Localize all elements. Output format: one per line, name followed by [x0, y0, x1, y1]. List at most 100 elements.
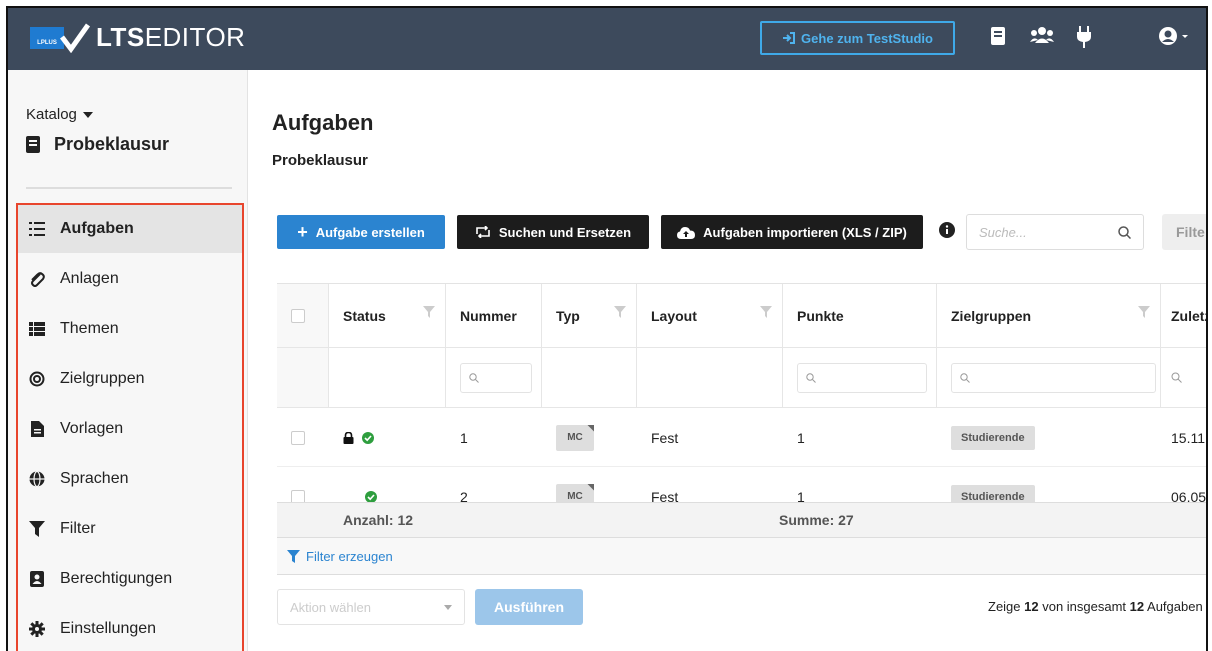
filter-cell-empty	[277, 348, 329, 408]
select-all-cell	[277, 284, 329, 348]
cloud-upload-icon	[677, 226, 696, 239]
search-icon	[806, 372, 816, 383]
row-checkbox[interactable]	[291, 430, 305, 445]
page-title: Aufgaben	[272, 110, 374, 135]
check-circle-icon	[365, 490, 377, 503]
top-bar: LPLUS LTSEDITOR Gehe zum TestStudio	[8, 8, 1206, 70]
create-filter-label: Filter erzeugen	[306, 548, 393, 564]
column-filter-icon[interactable]	[423, 306, 435, 318]
zuletzt-cell: 15.11.2	[1161, 409, 1206, 467]
sidebar-item-label: Filter	[60, 520, 96, 537]
filter-cell-zuletzt	[1161, 348, 1206, 408]
search-replace-label: Suchen und Ersetzen	[498, 224, 632, 240]
logo-badge: LPLUS	[30, 26, 64, 49]
main-content: Aufgaben Probeklausur + Aufgabe erstelle…	[249, 70, 1206, 651]
sidebar-nav: Aufgaben Anlagen Themen Zielgruppen Vorl…	[16, 203, 244, 651]
page-subtitle: Probeklausur	[272, 152, 368, 169]
column-header-layout[interactable]: Layout	[637, 284, 783, 348]
table-row[interactable]: 1 MC Fest 1 Studierende 15.11.2	[277, 409, 1206, 467]
search-plus-icon[interactable]	[1171, 372, 1182, 383]
plus-icon: +	[297, 222, 308, 242]
zielgruppen-filter-input[interactable]	[951, 362, 1156, 393]
search-icon	[1118, 225, 1131, 239]
app-window: LPLUS LTSEDITOR Gehe zum TestStudio Kata…	[6, 6, 1208, 651]
sidebar-item-zielgruppen[interactable]: Zielgruppen	[18, 355, 242, 403]
column-filter-icon[interactable]	[760, 306, 772, 318]
retweet-icon	[476, 226, 490, 238]
column-header-punkte[interactable]: Punkte	[783, 284, 937, 348]
create-task-label: Aufgabe erstellen	[315, 224, 425, 240]
layout-cell: Fest	[637, 409, 783, 467]
column-filter-icon[interactable]	[1138, 306, 1150, 318]
filter-cell-zielgruppen	[937, 348, 1161, 408]
punkte-filter-input[interactable]	[797, 362, 927, 393]
filter-cell-typ	[542, 348, 637, 408]
table-footer: Anzahl: 12 Summe: 27	[277, 502, 1206, 538]
column-header-nummer[interactable]: Nummer	[446, 284, 542, 348]
sidebar-item-label: Vorlagen	[60, 420, 124, 437]
search-placeholder: Suche...	[979, 224, 1027, 240]
sidebar-item-aufgaben[interactable]: Aufgaben	[18, 205, 242, 253]
pagination-summary: Zeige 12 von insgesamt 12 Aufgaben	[988, 599, 1203, 614]
go-to-teststudio-button[interactable]: Gehe zum TestStudio	[760, 21, 955, 55]
column-header-zielgruppen[interactable]: Zielgruppen	[937, 284, 1161, 348]
teststudio-label: Gehe zum TestStudio	[801, 30, 933, 46]
column-header-typ[interactable]: Typ	[542, 284, 637, 348]
create-filter-link[interactable]: Filter erzeugen	[277, 538, 1206, 575]
app-logo[interactable]: LPLUS LTSEDITOR	[30, 22, 245, 53]
filter-button[interactable]: Filte	[1162, 214, 1206, 250]
punkte-cell: 1	[783, 409, 937, 467]
plug-icon[interactable]	[1076, 26, 1092, 48]
gear-icon	[28, 621, 46, 637]
action-placeholder: Aktion wählen	[290, 599, 371, 615]
sidebar-item-berechtigungen[interactable]: Berechtigungen	[18, 555, 242, 603]
book-icon	[26, 136, 40, 153]
sidebar-divider	[26, 187, 232, 189]
logo-check-icon	[60, 23, 90, 53]
file-icon	[28, 421, 46, 437]
sidebar-item-themen[interactable]: Themen	[18, 305, 242, 353]
search-icon	[960, 372, 970, 383]
sidebar-item-filter[interactable]: Filter	[18, 505, 242, 553]
sidebar-item-vorlagen[interactable]: Vorlagen	[18, 405, 242, 453]
typ-cell: MC	[542, 409, 637, 467]
users-icon[interactable]	[1030, 26, 1054, 44]
catalog-title: Probeklausur	[26, 134, 169, 155]
column-header-zuletzt[interactable]: Zuletz	[1161, 284, 1206, 348]
sidebar-item-sprachen[interactable]: Sprachen	[18, 455, 242, 503]
sidebar-item-label: Einstellungen	[60, 620, 157, 637]
sidebar-item-anlagen[interactable]: Anlagen	[18, 255, 242, 303]
filter-cell-punkte	[783, 348, 937, 408]
table-header-row: Status Nummer Typ Layout Punkte Zielgrup…	[277, 284, 1206, 348]
sidebar-item-einstellungen[interactable]: Einstellungen	[18, 605, 242, 651]
type-badge: MC	[556, 424, 594, 451]
filter-icon	[287, 549, 300, 563]
sidebar-item-label: Aufgaben	[60, 220, 134, 237]
katalog-dropdown[interactable]: Katalog	[26, 106, 93, 123]
sidebar: Katalog Probeklausur Aufgaben Anlagen Th…	[8, 70, 248, 651]
action-select[interactable]: Aktion wählen	[277, 589, 465, 625]
run-button[interactable]: Ausführen	[475, 589, 583, 625]
nummer-filter-input[interactable]	[460, 362, 532, 393]
id-card-icon	[28, 571, 46, 587]
zielgruppen-cell: Studierende	[937, 409, 1161, 467]
book-icon[interactable]	[990, 26, 1006, 46]
caret-down-icon	[444, 604, 452, 610]
table-list-icon	[28, 322, 46, 336]
target-icon	[28, 371, 46, 387]
search-input[interactable]: Suche...	[966, 214, 1144, 250]
select-all-checkbox[interactable]	[291, 308, 305, 323]
search-icon	[469, 372, 479, 383]
search-replace-button[interactable]: Suchen und Ersetzen	[457, 215, 649, 249]
column-header-status[interactable]: Status	[329, 284, 446, 348]
column-filter-icon[interactable]	[614, 306, 626, 318]
import-tasks-label: Aufgaben importieren (XLS / ZIP)	[703, 224, 907, 240]
user-account-icon[interactable]	[1158, 26, 1190, 46]
info-icon[interactable]	[939, 222, 955, 243]
row-select-cell	[277, 409, 329, 467]
catalog-name: Probeklausur	[54, 134, 170, 154]
create-task-button[interactable]: + Aufgabe erstellen	[277, 215, 445, 249]
status-cell	[329, 409, 446, 467]
sign-in-icon	[783, 32, 796, 44]
import-tasks-button[interactable]: Aufgaben importieren (XLS / ZIP)	[661, 215, 923, 249]
